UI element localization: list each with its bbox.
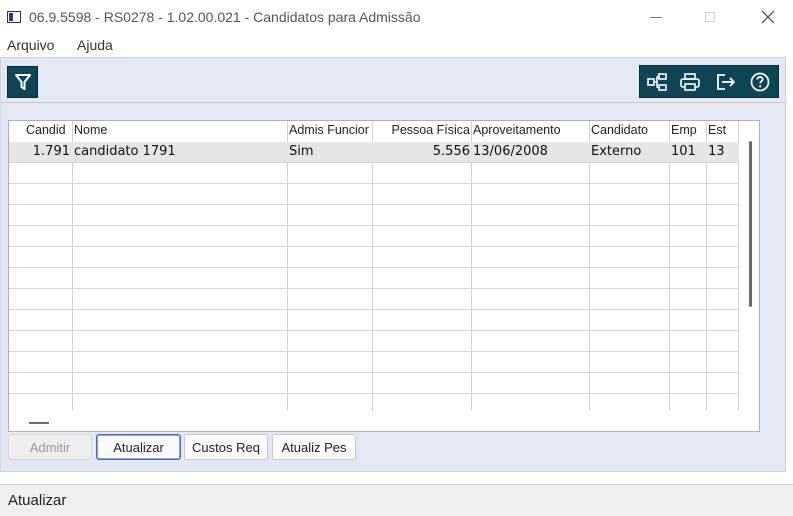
cell-nome: candidato 1791 — [74, 144, 176, 159]
cell-aproveitamento: 13/06/2008 — [473, 144, 548, 159]
table-row[interactable]: 1.791 candidato 1791 Sim 5.556 13/06/200… — [9, 142, 739, 163]
table-row-empty[interactable] — [9, 289, 739, 310]
app-window-icon[interactable] — [7, 11, 21, 23]
hierarchy-button[interactable] — [645, 71, 669, 93]
minimize-button[interactable] — [633, 0, 679, 34]
table-row-empty[interactable] — [9, 226, 739, 247]
table-row-empty[interactable] — [9, 205, 739, 226]
table-row-empty[interactable] — [9, 331, 739, 352]
filter-button[interactable] — [7, 66, 38, 98]
menu-ajuda[interactable]: Ajuda — [77, 37, 113, 53]
table-row-empty[interactable] — [9, 268, 739, 289]
column-header-est[interactable]: Est — [708, 123, 736, 141]
table-row-empty[interactable] — [9, 247, 739, 268]
maximize-icon — [705, 12, 715, 22]
column-header-admis-funcionario[interactable]: Admis Funcior — [289, 123, 371, 141]
cell-candidato: Externo — [591, 144, 642, 159]
print-button[interactable] — [678, 71, 702, 93]
help-button[interactable] — [748, 71, 772, 93]
status-text: Atualizar — [8, 492, 67, 509]
column-header-aproveitamento[interactable]: Aproveitamento — [473, 123, 587, 141]
right-toolbar — [639, 65, 779, 98]
table-row-empty[interactable] — [9, 373, 739, 394]
cell-candid: 1.791 — [32, 144, 70, 159]
main-content: Candid Nome Admis Funcior Pessoa Física … — [0, 57, 787, 472]
table-row-empty[interactable] — [9, 184, 739, 205]
close-button[interactable] — [745, 0, 791, 34]
horizontal-scrollbar[interactable] — [29, 422, 49, 424]
help-icon — [750, 72, 770, 92]
cell-emp: 101 — [671, 144, 696, 159]
window-title: 06.9.5598 - RS0278 - 1.02.00.021 - Candi… — [29, 9, 421, 25]
candidates-grid[interactable]: Candid Nome Admis Funcior Pessoa Física … — [8, 120, 760, 432]
vertical-scrollbar[interactable] — [749, 141, 752, 307]
exit-button[interactable] — [714, 71, 738, 93]
maximize-button[interactable] — [687, 0, 733, 34]
admitir-button[interactable]: Admitir — [8, 434, 92, 460]
column-header-candid[interactable]: Candid — [26, 123, 71, 141]
filter-icon — [14, 74, 31, 90]
atualiz-pes-button[interactable]: Atualiz Pes — [272, 434, 356, 460]
print-icon — [680, 73, 700, 91]
table-row-empty[interactable] — [9, 394, 739, 411]
close-icon — [761, 10, 775, 24]
table-row-empty[interactable] — [9, 352, 739, 373]
cell-admis-funcionario: Sim — [289, 144, 314, 159]
menu-bar: Arquivo Ajuda — [0, 34, 793, 57]
menu-arquivo[interactable]: Arquivo — [7, 37, 54, 53]
cell-pessoa-fisica: 5.556 — [432, 144, 470, 159]
column-header-emp[interactable]: Emp — [671, 123, 705, 141]
minimize-icon — [650, 16, 662, 18]
custos-req-button[interactable]: Custos Req — [184, 434, 268, 460]
column-header-candidato[interactable]: Candidato — [591, 123, 667, 141]
toolbar-separator — [1, 102, 787, 103]
exit-icon — [717, 74, 735, 90]
column-header-pessoa-fisica[interactable]: Pessoa Física — [374, 123, 470, 141]
cell-est: 13 — [708, 144, 725, 159]
title-bar: 06.9.5598 - RS0278 - 1.02.00.021 - Candi… — [0, 0, 793, 34]
hierarchy-icon — [647, 73, 667, 91]
table-row-empty[interactable] — [9, 310, 739, 331]
status-bar: Atualizar — [0, 484, 793, 516]
table-row-empty[interactable] — [9, 163, 739, 184]
column-header-nome[interactable]: Nome — [74, 123, 284, 141]
atualizar-button[interactable]: Atualizar — [96, 434, 181, 460]
